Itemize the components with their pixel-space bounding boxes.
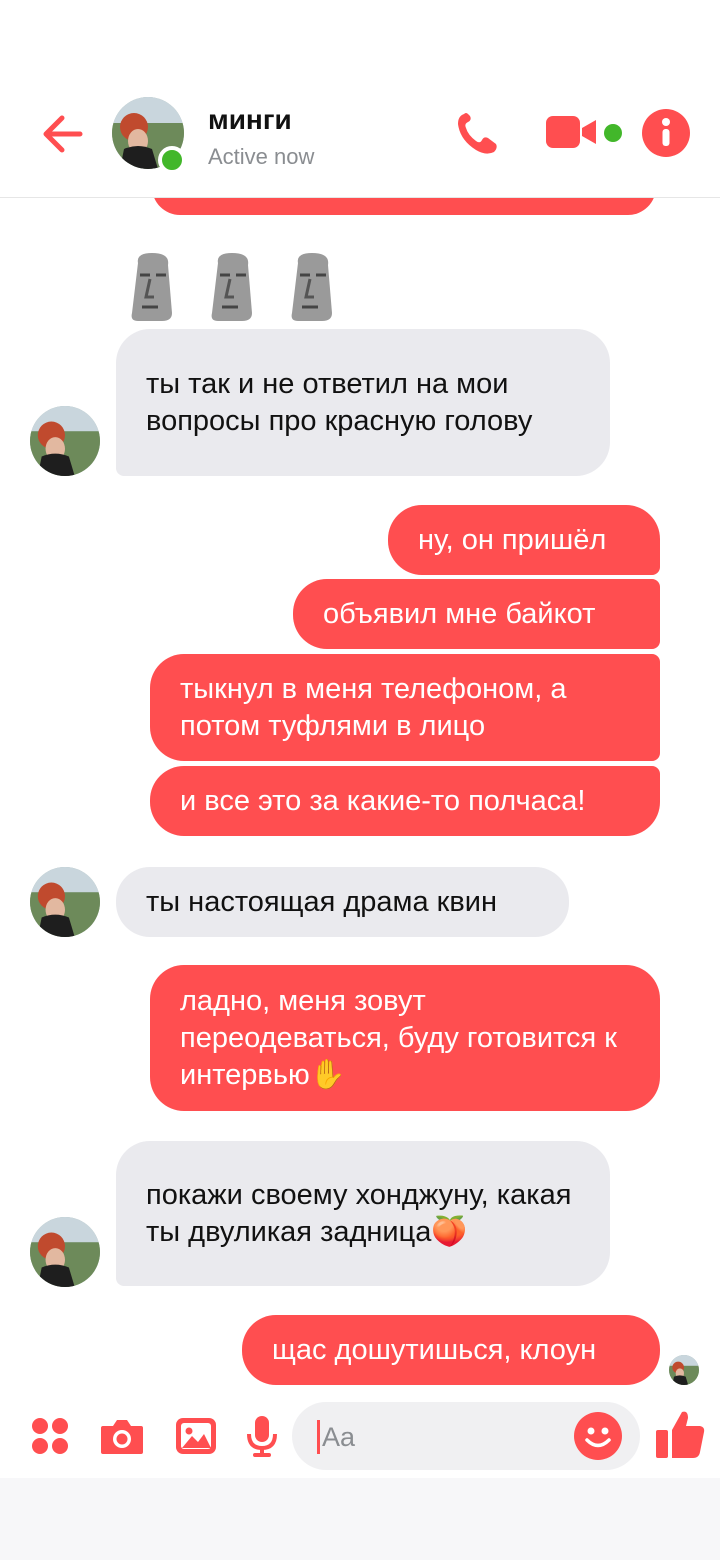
message-bubble-incoming[interactable]: ты настоящая драма квин [116,867,569,937]
contact-status: Active now [208,144,315,169]
message-bubble-outgoing[interactable]: и все это за какие-то полчаса! [150,766,660,836]
message-bubble-incoming[interactable]: покажи своему хонджуну, какая ты двулика… [116,1141,610,1286]
conversation-header: минги Active now [0,0,720,198]
apps-icon[interactable] [24,1410,76,1462]
video-camera-icon[interactable] [544,112,600,152]
message-bubble-partial [152,198,656,215]
moai-emoji-message[interactable] [128,253,336,323]
message-bubble-outgoing[interactable]: щас дошутишься, клоун [242,1315,660,1385]
contact-avatar-small[interactable] [30,867,100,937]
thumbs-up-icon[interactable] [652,1406,708,1462]
message-bubble-outgoing[interactable]: тыкнул в меня телефоном, а потом туфлями… [150,654,660,761]
active-status-dot [158,146,186,174]
back-arrow-icon[interactable] [36,108,88,160]
message-bubble-outgoing[interactable]: ну, он пришёл [388,505,660,575]
message-list[interactable]: ты так и не ответил на мои вопросы про к… [0,198,720,1398]
moai-emoji-icon [131,253,172,321]
microphone-icon[interactable] [236,1410,288,1462]
seen-receipt-avatar [669,1355,699,1385]
contact-avatar-small[interactable] [30,1217,100,1287]
gallery-icon[interactable] [170,1410,222,1462]
message-composer: Aa [0,1398,720,1478]
emoji-icon[interactable] [574,1412,622,1460]
contact-avatar-small[interactable] [30,406,100,476]
video-active-dot [604,124,622,142]
phone-icon[interactable] [450,108,502,160]
message-bubble-incoming[interactable]: ты так и не ответил на мои вопросы про к… [116,329,610,476]
info-icon[interactable] [642,109,690,157]
bottom-bar [0,1478,720,1560]
message-input[interactable]: Aa [292,1402,640,1470]
contact-name[interactable]: минги [208,104,292,136]
moai-emoji-icon [211,253,252,321]
text-cursor [317,1420,320,1454]
message-bubble-outgoing[interactable]: ладно, меня зовут переодеваться, буду го… [150,965,660,1111]
moai-emoji-icon [291,253,332,321]
message-bubble-outgoing[interactable]: объявил мне байкот [293,579,660,649]
message-input-placeholder: Aa [322,1422,356,1452]
camera-icon[interactable] [96,1410,148,1462]
